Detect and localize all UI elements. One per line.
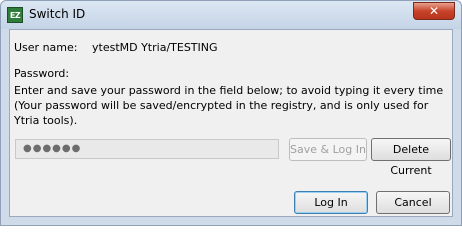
password-instructions: Enter and save your password in the fiel… [14, 84, 444, 127]
cancel-button[interactable]: Cancel [376, 191, 450, 214]
window-title: Switch ID [29, 7, 86, 21]
password-label: Password: [14, 67, 70, 80]
close-icon: ✕ [428, 4, 440, 18]
dialog-body: User name: ytestMD Ytria/TESTING Passwor… [9, 29, 453, 217]
delete-current-button[interactable]: Delete Current [371, 138, 451, 177]
close-button[interactable]: ✕ [413, 2, 455, 20]
password-field[interactable]: ●●●●●● [15, 139, 279, 159]
login-button[interactable]: Log In [294, 191, 368, 214]
title-bar[interactable]: EZ Switch ID ✕ [1, 1, 461, 29]
switch-id-dialog: EZ Switch ID ✕ User name: ytestMD Ytria/… [0, 0, 462, 226]
user-name-value: ytestMD Ytria/TESTING [92, 41, 218, 54]
user-name-label: User name: [14, 41, 78, 54]
app-icon: EZ [7, 7, 23, 23]
save-and-login-button[interactable]: Save & Log In [289, 138, 367, 161]
